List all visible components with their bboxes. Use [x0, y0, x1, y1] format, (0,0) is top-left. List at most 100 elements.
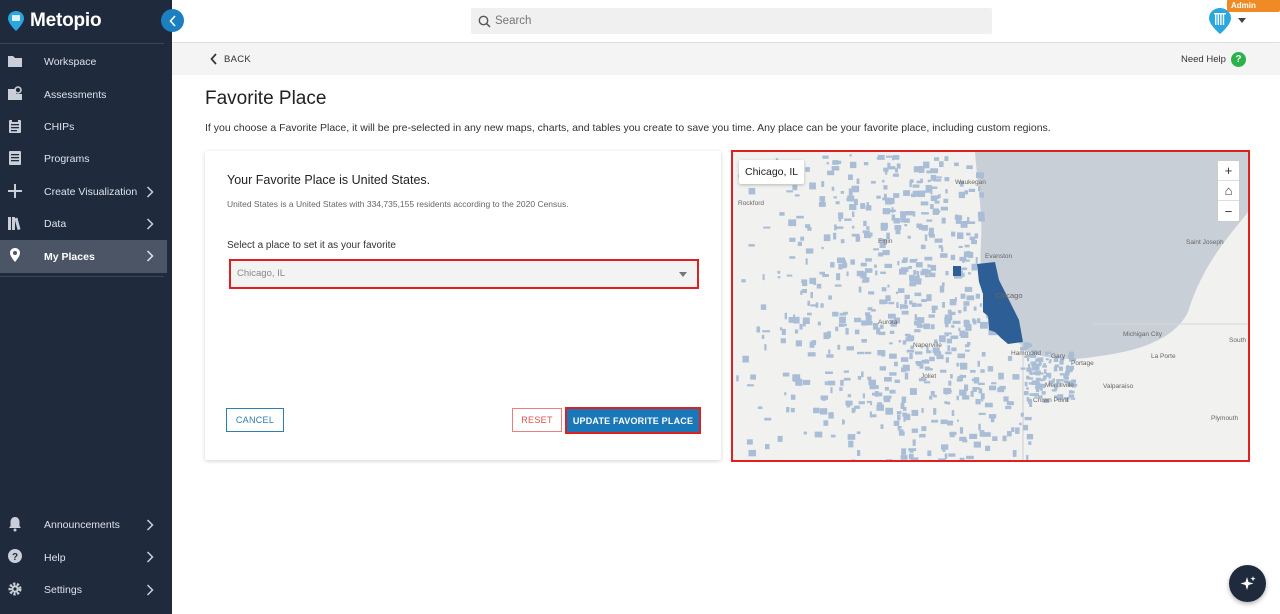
census-tract: [736, 375, 739, 382]
census-tract: [943, 198, 949, 203]
census-tract: [938, 245, 943, 249]
census-tract: [849, 154, 852, 157]
back-button[interactable]: BACK: [210, 53, 251, 65]
census-tract: [957, 232, 964, 239]
census-tract: [891, 156, 895, 161]
home-button[interactable]: ⌂: [1218, 181, 1239, 201]
census-tract: [911, 428, 918, 433]
census-tract: [867, 269, 873, 273]
sidebar-item-workspace[interactable]: Workspace: [0, 46, 167, 78]
census-tract: [873, 248, 879, 251]
sidebar-item-programs[interactable]: Programs: [0, 143, 167, 175]
census-tract: [854, 317, 862, 323]
census-tract: [926, 270, 932, 274]
census-tract: [835, 326, 839, 332]
zoom-in-button[interactable]: +: [1218, 161, 1239, 181]
folder-icon: [8, 56, 22, 67]
page-title: Favorite Place: [205, 88, 327, 109]
census-tract: [1046, 372, 1052, 378]
sidebar-item-my-places[interactable]: My Places: [0, 240, 167, 273]
cancel-button[interactable]: CANCEL: [226, 408, 284, 432]
census-tract: [894, 225, 902, 231]
caret-down-icon[interactable]: [1238, 18, 1246, 23]
census-tract: [898, 340, 901, 343]
bell-icon: [9, 517, 21, 532]
sidebar-item-announcements[interactable]: Announcements: [0, 509, 167, 541]
census-tract: [881, 287, 887, 292]
search-bar[interactable]: [471, 8, 992, 34]
census-tract: [1031, 366, 1038, 371]
census-tract: [913, 270, 917, 275]
map-view[interactable]: Waukegan Rockford Saint Joseph Evanston Chic…: [731, 150, 1250, 462]
census-tract: [941, 217, 946, 224]
census-tract: [966, 455, 974, 460]
census-tract: [900, 211, 907, 217]
census-tract: [832, 311, 839, 317]
census-tract: [851, 459, 856, 460]
census-tract: [805, 248, 814, 254]
ai-assistant-button[interactable]: [1229, 565, 1266, 602]
chevron-right-icon: [146, 250, 154, 262]
census-tract: [893, 420, 900, 426]
ohare-selected-region: [953, 266, 961, 276]
census-tract: [781, 328, 786, 335]
census-tract: [954, 162, 959, 167]
census-tract: [911, 409, 919, 416]
census-tract: [967, 221, 976, 224]
census-tract: [1020, 367, 1026, 370]
zoom-out-button[interactable]: −: [1218, 201, 1239, 221]
place-select[interactable]: Chicago, IL: [229, 259, 699, 289]
census-tract: [748, 188, 756, 195]
census-tract: [972, 318, 976, 323]
sidebar-item-assessments[interactable]: Assessments: [0, 78, 167, 110]
census-tract: [1068, 354, 1074, 359]
census-tract: [1026, 387, 1029, 390]
map-place-label: Evanston: [985, 253, 1012, 260]
census-tract: [858, 401, 865, 405]
chevron-left-icon: [168, 14, 176, 27]
admin-mode-badge: Admin Mode: [1227, 0, 1280, 22]
census-tract: [839, 387, 843, 391]
sidebar-item-create-visualization[interactable]: Create Visualization: [0, 176, 167, 208]
reset-button[interactable]: RESET: [512, 408, 562, 432]
brand[interactable]: Metopio: [8, 8, 102, 34]
census-tract: [894, 361, 898, 367]
census-tract: [939, 161, 944, 167]
census-tract: [975, 257, 978, 264]
sidebar-item-settings[interactable]: Settings: [0, 574, 167, 606]
census-tract: [828, 412, 834, 419]
census-tract: [971, 263, 977, 271]
census-tract: [902, 364, 910, 372]
census-tract: [966, 295, 975, 301]
census-tract: [870, 402, 873, 406]
need-help-link[interactable]: Need Help ?: [1181, 52, 1246, 67]
census-tract: [884, 377, 892, 382]
census-tract: [916, 361, 920, 367]
census-tract: [964, 244, 970, 248]
census-tract: [939, 369, 947, 373]
census-tract: [866, 202, 869, 208]
census-tract: [1012, 450, 1017, 457]
census-tract: [1019, 422, 1022, 426]
update-favorite-place-button[interactable]: UPDATE FAVORITE PLACE: [567, 409, 699, 432]
census-tract: [823, 234, 831, 242]
census-tract: [848, 174, 853, 180]
census-tract: [930, 187, 933, 195]
census-tract: [876, 195, 881, 199]
census-tract: [1035, 387, 1040, 393]
census-tract: [1033, 363, 1038, 366]
census-tract: [861, 371, 864, 378]
sidebar-collapse-button[interactable]: [161, 9, 184, 32]
census-tract: [897, 414, 901, 421]
census-tract: [918, 324, 926, 328]
census-tract: [970, 370, 976, 373]
search-input[interactable]: [495, 15, 975, 27]
census-tract: [1037, 378, 1044, 382]
census-tract: [858, 286, 862, 293]
sidebar-item-data[interactable]: Data: [0, 208, 167, 240]
sidebar-item-help[interactable]: ? Help: [0, 541, 167, 573]
sidebar-item-chips[interactable]: CHIPs: [0, 111, 167, 143]
census-tract: [847, 394, 852, 398]
map-canvas[interactable]: Waukegan Rockford Saint Joseph Evanston Chic…: [733, 152, 1248, 460]
census-tract: [916, 271, 920, 278]
